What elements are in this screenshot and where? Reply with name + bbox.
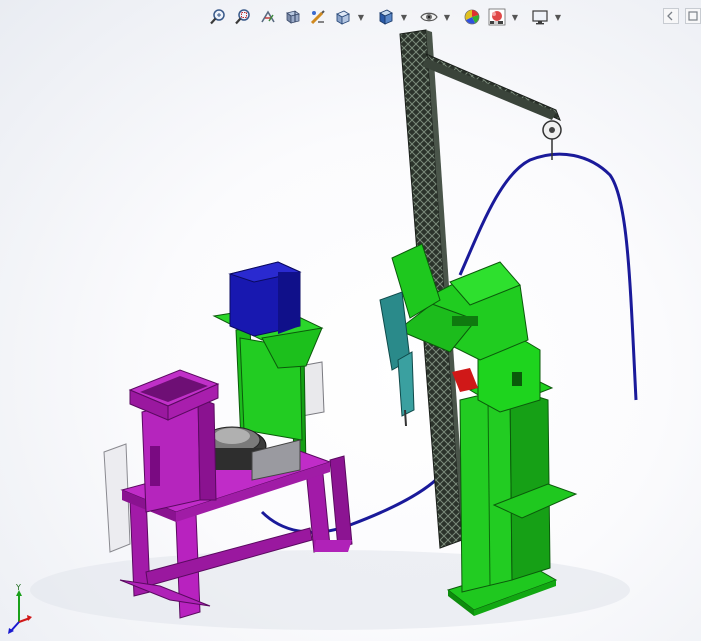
dynamic-annotation-icon <box>310 10 325 25</box>
chevron-down-icon: ▼ <box>357 12 365 22</box>
view-orientation-dropdown[interactable]: ▼ <box>356 5 366 29</box>
previous-view-icon <box>261 10 275 23</box>
edit-appearance-icon <box>464 9 480 25</box>
reference-triad: Y <box>8 584 32 634</box>
zoom-to-area-icon <box>235 9 250 25</box>
chevron-down-icon: ▼ <box>400 12 408 22</box>
previous-view-button[interactable] <box>256 5 280 29</box>
view-settings-dropdown[interactable]: ▼ <box>553 5 563 29</box>
triad-y-label: Y <box>15 584 21 592</box>
display-style-dropdown[interactable]: ▼ <box>399 5 409 29</box>
hide-show-items-button[interactable] <box>417 5 441 29</box>
display-style-icon <box>379 9 393 25</box>
view-orientation-button[interactable] <box>331 5 355 29</box>
restore-window-icon <box>667 11 673 21</box>
graphics-area[interactable]: ▼ ▼ ▼ ▼ ▼ Y <box>0 0 701 641</box>
assembly-model[interactable] <box>0 0 701 641</box>
section-view-button[interactable] <box>281 5 305 29</box>
maximize-window-icon <box>688 11 698 21</box>
edit-appearance-button[interactable] <box>460 5 484 29</box>
section-view-icon <box>286 10 300 24</box>
apply-scene-icon <box>488 8 506 26</box>
zoom-to-area-button[interactable] <box>231 5 255 29</box>
view-orientation-icon <box>336 10 350 25</box>
restore-window-button[interactable] <box>663 8 679 24</box>
hide-show-dropdown[interactable]: ▼ <box>442 5 452 29</box>
view-settings-button[interactable] <box>528 5 552 29</box>
chevron-down-icon: ▼ <box>443 12 451 22</box>
apply-scene-dropdown[interactable]: ▼ <box>510 5 520 29</box>
zoom-to-fit-icon <box>210 9 225 25</box>
hide-show-icon <box>420 12 438 22</box>
heads-up-view-toolbar: ▼ ▼ ▼ ▼ ▼ <box>206 4 563 30</box>
apply-scene-button[interactable] <box>485 5 509 29</box>
maximize-window-button[interactable] <box>685 8 701 24</box>
chevron-down-icon: ▼ <box>511 12 519 22</box>
display-style-button[interactable] <box>374 5 398 29</box>
chevron-down-icon: ▼ <box>554 12 562 22</box>
view-settings-icon <box>532 10 548 25</box>
zoom-to-fit-button[interactable] <box>206 5 230 29</box>
dynamic-annotation-button[interactable] <box>306 5 330 29</box>
